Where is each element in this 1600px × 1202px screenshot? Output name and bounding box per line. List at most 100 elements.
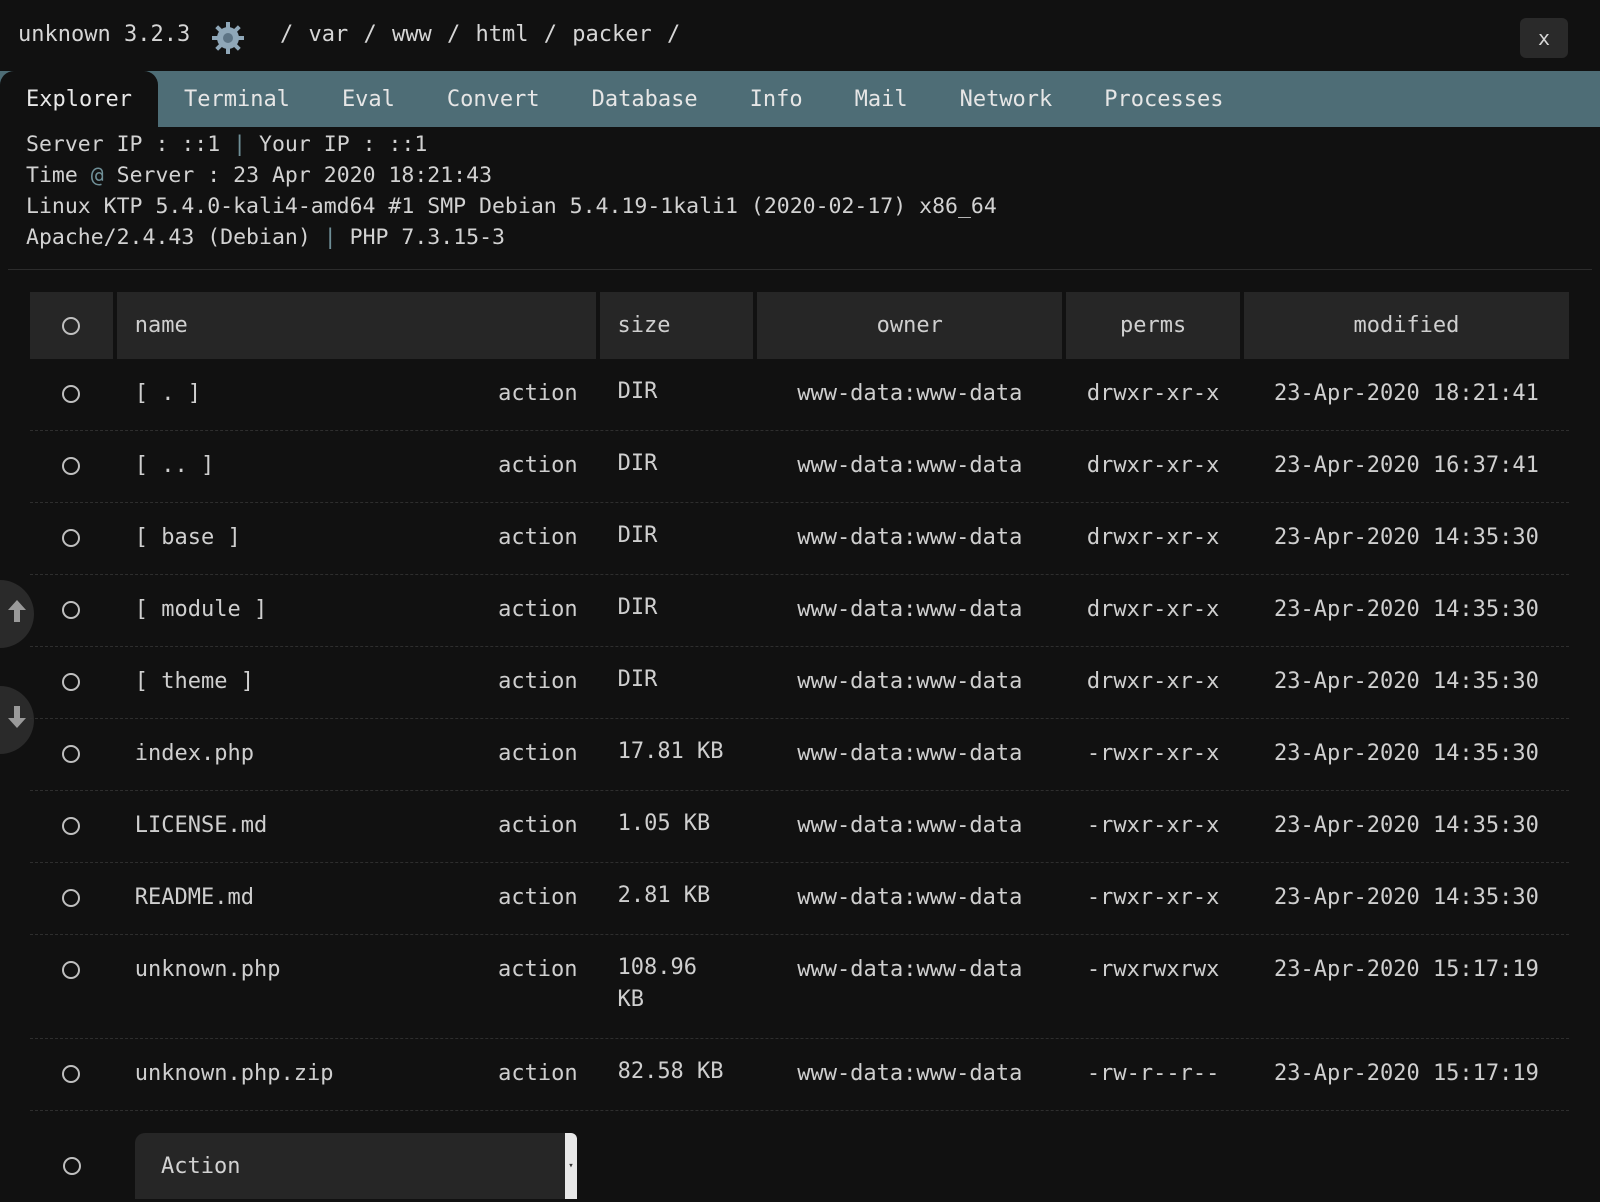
close-button[interactable]: x [1520, 18, 1568, 58]
file-name[interactable]: index.php [135, 741, 254, 766]
row-radio[interactable] [62, 889, 81, 907]
row-radio[interactable] [62, 457, 81, 475]
footer-select-cell [30, 1137, 113, 1175]
modified-cell: 23-Apr-2020 14:35:30 [1274, 741, 1539, 766]
modified-cell: 23-Apr-2020 16:37:41 [1274, 453, 1539, 478]
file-table: name size owner perms modified [ . ] acti… [30, 292, 1569, 1201]
header-name[interactable]: name [116, 292, 596, 359]
row-select-cell [30, 935, 113, 979]
modified-cell: 23-Apr-2020 14:35:30 [1274, 813, 1539, 838]
row-radio[interactable] [62, 673, 81, 691]
breadcrumb-html[interactable]: html [476, 22, 529, 47]
row-select-cell [30, 647, 113, 691]
table-row: [ base ] action DIR www-data:www-data drw… [30, 503, 1569, 575]
tab-network[interactable]: Network [934, 71, 1079, 127]
row-select-cell [30, 359, 113, 403]
file-name[interactable]: unknown.php [135, 957, 281, 982]
select-all-radio[interactable] [62, 316, 81, 335]
file-name[interactable]: LICENSE.md [135, 813, 267, 838]
action-link[interactable]: action [498, 1061, 577, 1086]
bulk-action-row: Action ▾ [30, 1111, 1569, 1201]
header-modified[interactable]: modified [1243, 292, 1569, 359]
breadcrumb-var[interactable]: var [309, 22, 349, 47]
table-row: README.md action 2.81 KB www-data:www-dat… [30, 863, 1569, 935]
tab-info[interactable]: Info [724, 71, 829, 127]
tab-eval[interactable]: Eval [316, 71, 421, 127]
file-name[interactable]: unknown.php.zip [135, 1061, 334, 1086]
perms-cell[interactable]: -rwxr-xr-x [1066, 791, 1240, 838]
tab-convert[interactable]: Convert [421, 71, 566, 127]
table-row: LICENSE.md action 1.05 KB www-data:www-da… [30, 791, 1569, 863]
table-row: [ .. ] action DIR www-data:www-data drwxr… [30, 431, 1569, 503]
perms-cell[interactable]: -rwxr-xr-x [1066, 719, 1240, 766]
perms-cell[interactable]: drwxr-xr-x [1066, 503, 1240, 550]
breadcrumb-packer[interactable]: packer [572, 22, 651, 47]
action-link[interactable]: action [498, 741, 577, 766]
php-version: PHP 7.3.15-3 [349, 225, 505, 250]
file-name[interactable]: [ theme ] [135, 669, 254, 694]
row-radio[interactable] [62, 385, 81, 403]
separator: | [323, 225, 337, 250]
action-link[interactable]: action [498, 597, 577, 622]
header-size[interactable]: size [599, 292, 754, 359]
header-owner[interactable]: owner [757, 292, 1063, 359]
row-radio[interactable] [62, 961, 81, 979]
tab-database[interactable]: Database [566, 71, 724, 127]
owner-cell: www-data:www-data [797, 1061, 1023, 1086]
download-icon [6, 704, 28, 736]
perms-cell[interactable]: drwxr-xr-x [1066, 431, 1240, 478]
owner-cell: www-data:www-data [797, 525, 1023, 550]
upload-button[interactable] [0, 580, 34, 648]
action-link[interactable]: action [498, 669, 577, 694]
size-cell: DIR [617, 451, 658, 476]
modified-cell: 23-Apr-2020 14:35:30 [1274, 525, 1539, 550]
action-link[interactable]: action [498, 381, 577, 406]
action-link[interactable]: action [498, 957, 577, 982]
file-name[interactable]: [ .. ] [135, 453, 214, 478]
row-select-cell [30, 431, 113, 475]
modified-cell: 23-Apr-2020 14:35:30 [1274, 885, 1539, 910]
row-radio[interactable] [62, 601, 81, 619]
row-radio[interactable] [62, 1065, 81, 1083]
tab-explorer[interactable]: Explorer [0, 71, 158, 127]
size-cell: 82.58 KB [617, 1059, 724, 1084]
action-link[interactable]: action [498, 885, 577, 910]
size-cell: DIR [617, 667, 658, 692]
size-cell: 1.05 KB [617, 811, 711, 836]
action-select[interactable]: Action ▾ [135, 1133, 577, 1199]
action-select-value: Action [161, 1153, 241, 1179]
action-link[interactable]: action [498, 813, 577, 838]
breadcrumb: / var / www / html / packer / [280, 22, 680, 47]
gear-icon [210, 20, 246, 56]
server-ip: Server IP : ::1 [26, 132, 221, 157]
chevron-down-icon[interactable]: ▾ [565, 1133, 577, 1199]
tab-processes[interactable]: Processes [1078, 71, 1249, 127]
row-radio[interactable] [62, 529, 81, 547]
file-name[interactable]: [ . ] [135, 381, 201, 406]
perms-cell[interactable]: -rw-r--r-- [1066, 1039, 1240, 1086]
tab-terminal[interactable]: Terminal [158, 71, 316, 127]
breadcrumb-www[interactable]: www [392, 22, 432, 47]
row-radio[interactable] [62, 817, 81, 835]
header-perms[interactable]: perms [1066, 292, 1240, 359]
file-name[interactable]: [ module ] [135, 597, 267, 622]
owner-cell: www-data:www-data [797, 957, 1023, 982]
action-link[interactable]: action [498, 525, 577, 550]
download-button[interactable] [0, 686, 34, 754]
file-name[interactable]: README.md [135, 885, 254, 910]
footer-radio[interactable] [62, 1157, 81, 1175]
apache-version: Apache/2.4.43 (Debian) [26, 225, 311, 250]
perms-cell[interactable]: drwxr-xr-x [1066, 575, 1240, 622]
tab-mail[interactable]: Mail [829, 71, 934, 127]
owner-cell: www-data:www-data [797, 453, 1023, 478]
file-name[interactable]: [ base ] [135, 525, 241, 550]
row-select-cell [30, 863, 113, 907]
perms-cell[interactable]: -rwxr-xr-x [1066, 863, 1240, 910]
perms-cell[interactable]: drwxr-xr-x [1066, 647, 1240, 694]
action-link[interactable]: action [498, 453, 577, 478]
size-cell: DIR [617, 379, 658, 404]
perms-cell[interactable]: drwxr-xr-x [1066, 359, 1240, 406]
owner-cell: www-data:www-data [797, 381, 1023, 406]
perms-cell[interactable]: -rwxrwxrwx [1066, 935, 1240, 982]
row-radio[interactable] [62, 745, 81, 763]
